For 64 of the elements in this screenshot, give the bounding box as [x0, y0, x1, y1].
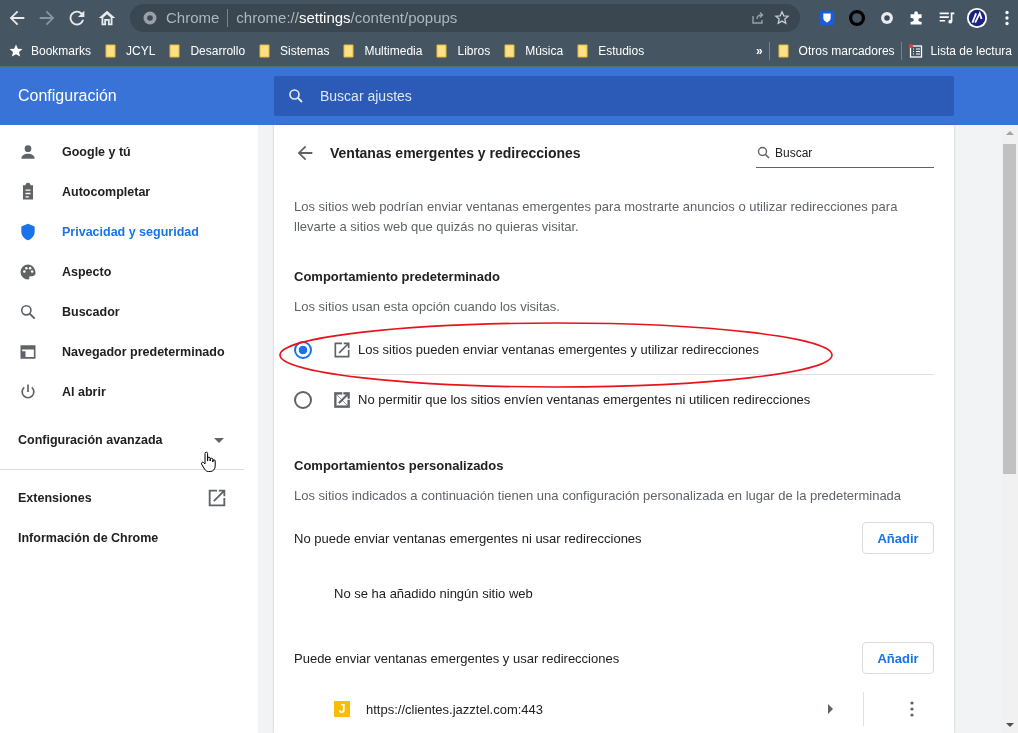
- chrome-logo-icon: [142, 9, 158, 26]
- crossed-window-icon: [332, 389, 352, 410]
- sidebar-item[interactable]: Autocompletar: [0, 172, 258, 212]
- bookmark-item[interactable]: Estudios: [598, 43, 645, 58]
- section-heading: Comportamiento predeterminado: [294, 269, 501, 284]
- folder-icon: [775, 42, 792, 59]
- search-icon: [756, 144, 772, 161]
- palette-icon: [18, 262, 38, 282]
- search-bar[interactable]: Buscar: [756, 138, 934, 168]
- bookmark-item[interactable]: Bookmarks: [31, 43, 92, 58]
- bookmark-item[interactable]: Sistemas: [280, 43, 330, 58]
- hint-text: Los sitios indicados a continuación tienen una configuración personalizada en lugar de la predeterminada: [294, 488, 903, 503]
- description-text: Los sitios web podrían enviar ventanas emergentes para mostrarte anuncios o utilizar redirecciones para llevarte a sitios web que quizás no quieras visitar.: [294, 198, 899, 236]
- reading-list-icon[interactable]: [907, 42, 924, 59]
- search-icon: [288, 88, 304, 104]
- advanced-settings-toggle[interactable]: Configuración avanzada: [0, 420, 258, 460]
- sidebar-item[interactable]: Buscador: [0, 292, 258, 332]
- browser-icon: [18, 342, 38, 362]
- url-text: chrome://settings/content/popups: [236, 9, 458, 26]
- sidebar-item[interactable]: Navegador predeterminado: [0, 332, 258, 372]
- add-button[interactable]: Añadir: [862, 522, 934, 554]
- add-button[interactable]: Añadir: [862, 642, 934, 674]
- bookmark-item[interactable]: Multimedia: [364, 43, 423, 58]
- list-title: No puede enviar ventanas emergentes ni usar redirecciones: [294, 530, 642, 546]
- site-label: Chrome: [166, 9, 220, 26]
- address-bar[interactable]: Chrome chrome://settings/content/popups: [130, 3, 800, 32]
- share-icon[interactable]: [750, 9, 766, 26]
- more-bookmarks-button[interactable]: »: [755, 43, 763, 58]
- search-field[interactable]: Buscar ajustes: [318, 87, 954, 105]
- page-title: Configuración: [17, 87, 118, 105]
- section-heading: Comportamientos personalizados: [294, 458, 505, 473]
- other-bookmarks-item[interactable]: Otros marcadores: [798, 43, 895, 58]
- hint-text: Los sitios usan esta opción cuando los visitas.: [294, 299, 561, 314]
- empty-list-text: No se ha añadido ningún sitio web: [333, 585, 534, 603]
- sidebar-item[interactable]: Aspecto: [0, 252, 258, 292]
- sidebar-item[interactable]: Privacidad y seguridad: [0, 212, 258, 252]
- search-icon: [18, 302, 38, 322]
- extensions-link[interactable]: Extensiones: [0, 478, 258, 518]
- sidebar-item[interactable]: Google y tú: [0, 132, 258, 172]
- person-icon: [18, 142, 38, 162]
- scroll-down-icon[interactable]: [1005, 723, 1014, 727]
- open-in-new-icon: [206, 487, 228, 509]
- star-icon[interactable]: [774, 9, 790, 26]
- search-bar[interactable]: Buscar ajustes: [274, 76, 954, 116]
- shield-icon: [18, 222, 38, 242]
- reading-list-button[interactable]: Lista de lectura: [930, 43, 1012, 58]
- hand-cursor-icon: [200, 451, 216, 473]
- expand-arrow-icon[interactable]: [828, 704, 833, 714]
- bookmark-item[interactable]: Desarrollo: [190, 43, 246, 58]
- option-label: Los sitios pueden enviar ventanas emergentes y utilizar redirecciones: [358, 342, 760, 357]
- bookmark-item[interactable]: JCYL: [126, 43, 156, 58]
- caret-icon: [214, 437, 224, 443]
- about-chrome-link[interactable]: Información de Chrome: [0, 518, 258, 558]
- list-title: Puede enviar ventanas emergentes y usar redirecciones: [294, 650, 620, 666]
- bookmark-item[interactable]: Libros: [457, 43, 491, 58]
- sidebar-item[interactable]: Al abrir: [0, 372, 258, 412]
- option-label: No permitir que los sitios envíen ventanas emergentes ni utilicen redirecciones: [358, 392, 811, 407]
- section-title: Ventanas emergentes y redirecciones: [330, 145, 581, 161]
- more-actions-icon[interactable]: [910, 701, 914, 717]
- radio-button[interactable]: [294, 390, 312, 409]
- site-favicon: J: [334, 701, 350, 717]
- avatar-icon[interactable]: [966, 6, 988, 29]
- bookmark-item[interactable]: Música: [525, 43, 564, 58]
- site-url: https://clientes.jazztel.com:443: [366, 701, 544, 717]
